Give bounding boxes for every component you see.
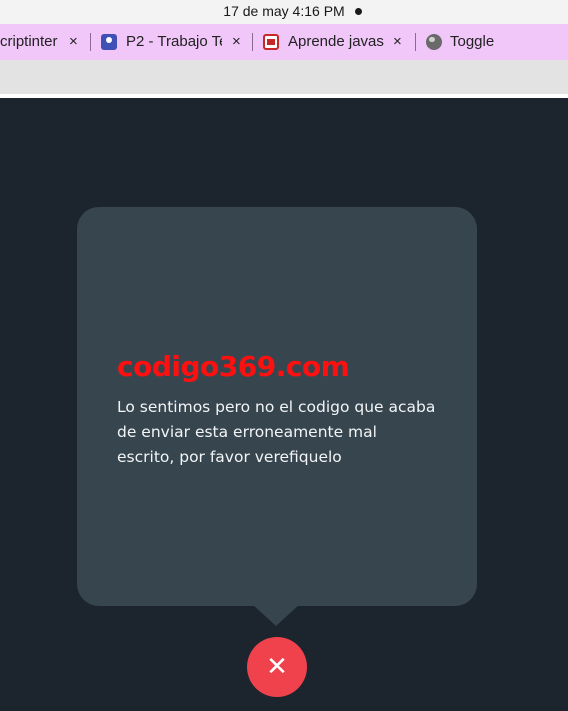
tab-close-icon[interactable]: ×	[232, 33, 241, 50]
error-popup-card: codigo369.com Lo sentimos pero no el cod…	[77, 207, 477, 606]
tab-title: Toggle	[450, 33, 495, 50]
close-popup-button[interactable]: ✕	[247, 637, 307, 697]
code-site-icon	[263, 34, 279, 50]
tab-separator	[90, 33, 91, 51]
tab-toggle[interactable]: Toggle	[415, 24, 568, 60]
tab-title: P2 - Trabajo Te	[126, 33, 222, 50]
popup-title: codigo369.com	[117, 350, 350, 383]
tab-close-icon[interactable]: ×	[69, 33, 78, 50]
tab-p2-trabajo[interactable]: P2 - Trabajo Te ×	[90, 24, 250, 60]
close-icon: ✕	[266, 652, 288, 682]
system-clock[interactable]: 17 de may 4:16 PM	[0, 3, 568, 19]
browser-tab-strip: criptinter × P2 - Trabajo Te × Aprende j…	[0, 24, 568, 60]
notification-dot-icon	[355, 8, 362, 15]
popup-pointer	[252, 604, 300, 626]
profile-card-icon	[101, 34, 117, 50]
tab-title: criptinter	[0, 33, 58, 50]
browser-toolbar[interactable]	[0, 60, 568, 94]
os-top-bar: 17 de may 4:16 PM	[0, 0, 568, 24]
globe-icon	[426, 34, 442, 50]
tab-criptinter[interactable]: criptinter ×	[0, 24, 90, 60]
popup-message: Lo sentimos pero no el codigo que acaba …	[117, 398, 436, 466]
tab-aprende-javascript[interactable]: Aprende javas ×	[250, 24, 415, 60]
tab-close-icon[interactable]: ×	[393, 33, 402, 50]
tab-separator	[252, 33, 253, 51]
tab-title: Aprende javas	[288, 33, 384, 50]
page-content: codigo369.com Lo sentimos pero no el cod…	[0, 98, 568, 711]
tab-separator	[415, 33, 416, 51]
